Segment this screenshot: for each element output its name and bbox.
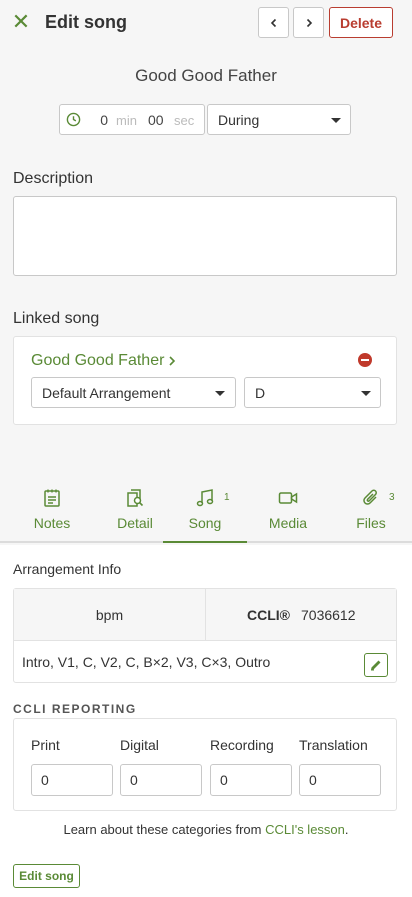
- ccli-label: CCLI®: [247, 607, 290, 623]
- ccli-lesson-link[interactable]: CCLI's lesson: [265, 822, 345, 837]
- caret-down-icon: [331, 118, 341, 123]
- minutes-unit: min: [116, 113, 137, 128]
- tab-badge: 1: [224, 492, 230, 503]
- digital-label: Digital: [120, 737, 159, 753]
- translation-label: Translation: [299, 737, 368, 753]
- timing-position-value: During: [218, 112, 260, 128]
- bpm-cell: bpm: [14, 589, 206, 641]
- arrangement-sequence: Intro, V1, C, V2, C, B×2, V3, C×3, Outro: [22, 654, 271, 670]
- previous-item-button[interactable]: [258, 7, 289, 38]
- print-label: Print: [31, 737, 60, 753]
- translation-input[interactable]: 0: [299, 764, 381, 796]
- ccli-reporting-label: CCLI REPORTING: [13, 702, 137, 716]
- recording-input[interactable]: 0: [210, 764, 292, 796]
- linked-song-label: Linked song: [13, 310, 100, 327]
- description-textarea[interactable]: [13, 196, 397, 276]
- arrangement-select[interactable]: Default Arrangement: [31, 377, 236, 408]
- video-camera-icon: [278, 492, 298, 504]
- remove-link-icon[interactable]: [358, 353, 372, 367]
- song-panel: Arrangement Info bpm CCLI® 7036612 Intro…: [0, 545, 412, 897]
- tab-song[interactable]: 1 Song: [163, 478, 247, 543]
- key-value: D: [255, 385, 266, 401]
- chevron-right-icon: [306, 18, 312, 27]
- ccli-number: 7036612: [301, 607, 356, 623]
- linked-song-card: Good Good Father Default Arrangement D: [13, 336, 397, 425]
- tab-media[interactable]: Media: [246, 478, 330, 543]
- tab-label: Song: [188, 515, 222, 531]
- tab-files[interactable]: 3 Files: [329, 478, 412, 543]
- print-input[interactable]: 0: [31, 764, 113, 796]
- seconds-unit: sec: [174, 113, 195, 128]
- ccli-reporting-card: Print Digital Recording Translation 0 0 …: [13, 718, 397, 811]
- chevron-right-icon: [169, 356, 176, 366]
- tab-bar: Notes Detail 1 Song Media 3 Files: [0, 478, 412, 543]
- recording-label: Recording: [210, 737, 274, 753]
- page-title: Edit song: [45, 12, 127, 32]
- clock-icon: [66, 112, 81, 127]
- learn-prefix: Learn about these categories from: [63, 822, 266, 837]
- bpm-label: bpm: [95, 607, 124, 623]
- tab-label: Notes: [33, 515, 71, 531]
- edit-song-button[interactable]: Edit song: [13, 864, 80, 888]
- learn-suffix: .: [344, 822, 349, 837]
- close-icon[interactable]: ✕: [11, 11, 31, 33]
- linked-song-link[interactable]: Good Good Father: [31, 352, 164, 370]
- duration-input[interactable]: 0 min 00 sec: [59, 104, 205, 135]
- tab-label: Files: [356, 515, 386, 531]
- key-select[interactable]: D: [244, 377, 381, 408]
- tab-badge: 3: [389, 492, 395, 503]
- tab-notes[interactable]: Notes: [10, 478, 94, 543]
- caret-down-icon: [215, 391, 225, 396]
- detail-search-icon: [127, 489, 144, 507]
- digital-input[interactable]: 0: [120, 764, 202, 796]
- duration-minutes[interactable]: 0: [96, 112, 108, 128]
- next-item-button[interactable]: [293, 7, 324, 38]
- pencil-icon: [371, 660, 381, 671]
- tab-label: Media: [268, 515, 308, 531]
- arrangement-info-label: Arrangement Info: [13, 561, 122, 577]
- arrangement-info-table: bpm CCLI® 7036612 Intro, V1, C, V2, C, B…: [13, 588, 397, 683]
- music-note-icon: [196, 489, 214, 507]
- app-header: ✕ Edit song Delete: [0, 0, 412, 46]
- chevron-left-icon: [270, 18, 276, 27]
- ccli-cell: CCLI® 7036612: [206, 589, 396, 641]
- description-label: Description: [13, 170, 94, 187]
- ccli-learn-text: Learn about these categories from CCLI's…: [0, 822, 412, 837]
- song-title: Good Good Father: [135, 66, 277, 85]
- timing-position-select[interactable]: During: [207, 104, 351, 135]
- edit-sequence-button[interactable]: [364, 653, 388, 677]
- delete-button[interactable]: Delete: [329, 7, 393, 38]
- notes-icon: [44, 489, 60, 507]
- caret-down-icon: [361, 391, 371, 396]
- arrangement-value: Default Arrangement: [42, 385, 171, 401]
- paperclip-icon: [363, 489, 377, 505]
- duration-seconds[interactable]: 00: [148, 112, 164, 128]
